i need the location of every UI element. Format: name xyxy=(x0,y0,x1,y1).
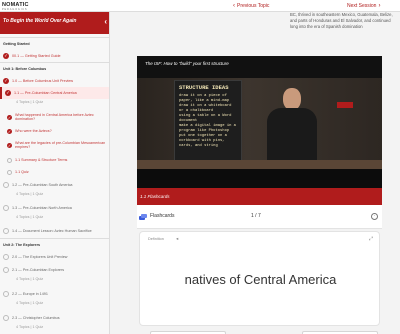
lesson-body-text: BC, thrived in southeastern Mexico, Guat… xyxy=(290,12,393,29)
section-getting-started[interactable]: Getting Started xyxy=(0,37,109,49)
lesson-meta: 4 Topics | 1 Quiz xyxy=(16,215,44,219)
card-counter: 1 / 7 xyxy=(251,213,261,219)
incomplete-circle-icon xyxy=(7,169,12,175)
check-icon: ✓ xyxy=(7,128,12,134)
incomplete-circle-icon xyxy=(3,291,9,297)
sidebar-item-document-lesson[interactable]: 1.4 — Document Lesson: Aztec Human Sacri… xyxy=(0,225,109,237)
next-session-label: Next Session xyxy=(347,3,377,9)
incomplete-circle-icon xyxy=(3,254,9,260)
sidebar-item-getting-started-guide[interactable]: ✓ 00.1 — Getting Started Guide xyxy=(0,50,109,62)
video-player[interactable]: The ISF: How to "build" your first struc… xyxy=(137,56,382,189)
chalkboard: STRUCTURE IDEAS draw it on a piece of pa… xyxy=(174,80,242,167)
desk xyxy=(137,160,382,169)
check-icon: ✓ xyxy=(3,78,9,84)
topic-item-summary-terms[interactable]: 1.1 Summary & Structure Terms xyxy=(0,154,109,166)
lesson-meta: 4 Topics | 1 Quiz xyxy=(16,100,44,104)
topic-item-legacies[interactable]: ✓ What are the legacies of pre-Columbian … xyxy=(0,138,109,152)
card-term: natives of Central America xyxy=(184,272,337,287)
sidebar-item-unit-2-preview[interactable]: 2.0 — The Explorers Unit Preview xyxy=(0,251,109,263)
chevron-left-icon: ‹ xyxy=(233,3,235,9)
incomplete-circle-icon xyxy=(3,315,9,321)
next-session-button[interactable]: Next Session › xyxy=(347,0,382,12)
check-icon: ✓ xyxy=(7,142,12,148)
card-side-label: Definition xyxy=(148,237,164,241)
section-unit-1[interactable]: Unit 1: Before Columbus xyxy=(0,62,109,74)
lesson-meta: 4 Topics | 1 Quiz xyxy=(16,301,44,305)
board-title: STRUCTURE IDEAS xyxy=(179,84,229,91)
flashcards-section-title: 1.1 Flashcards xyxy=(137,188,382,205)
topic-item-who-were-aztecs[interactable]: ✓ Who were the Aztecs? xyxy=(0,125,109,137)
check-icon: ✓ xyxy=(7,114,12,120)
lesson-meta: 4 Topics | 1 Quiz xyxy=(16,325,44,329)
brand-tagline: PEDAGOGICS xyxy=(2,7,28,11)
incomplete-circle-icon xyxy=(3,267,9,273)
incomplete-circle-icon xyxy=(3,205,9,211)
incomplete-circle-icon xyxy=(3,228,9,234)
presenter-head xyxy=(283,88,301,110)
brand-logo[interactable]: NOMATIC PEDAGOGICS xyxy=(2,0,29,12)
lesson-content: BC, thrived in southeastern Mexico, Guat… xyxy=(110,12,400,334)
chevron-right-icon: › xyxy=(378,3,381,9)
top-bar: NOMATIC PEDAGOGICS ‹ Previous Topic Next… xyxy=(0,0,400,12)
video-frame: STRUCTURE IDEAS draw it on a piece of pa… xyxy=(137,78,382,169)
flashcards-toolbar: Flashcards 1 / 7 · xyxy=(137,205,382,229)
incomplete-circle-icon xyxy=(3,182,9,188)
video-title: The ISF: How to "build" your first struc… xyxy=(145,61,229,66)
video-letterbox xyxy=(137,169,382,189)
wall-sign xyxy=(337,102,353,108)
check-icon: ✓ xyxy=(5,90,11,96)
deck-label: Flashcards xyxy=(150,213,175,219)
lesson-meta: 4 Topics | 1 Quiz xyxy=(16,192,44,196)
sidebar-item-unit-1-preview[interactable]: ✓ 1.0 — Before Columbus Unit Preview xyxy=(0,75,109,87)
board-text: draw it on a piece of paper, like a mind… xyxy=(179,94,236,148)
section-unit-2[interactable]: Unit 2: The Explorers xyxy=(0,238,109,250)
course-title[interactable]: To Begin the World Over Again ‹ xyxy=(0,12,109,34)
flashcard[interactable]: Definition ◂ ⤢ natives of Central Americ… xyxy=(139,231,380,326)
lesson-meta: 4 Topics | 1 Quiz xyxy=(16,277,44,281)
topic-item-before-aztec[interactable]: ✓ What happened in Central America before… xyxy=(0,110,109,124)
presenter xyxy=(262,88,322,169)
previous-topic-label: Previous Topic xyxy=(237,3,270,9)
previous-topic-button[interactable]: ‹ Previous Topic xyxy=(231,0,269,12)
incomplete-circle-icon xyxy=(7,157,12,163)
expand-icon[interactable]: ⤢ xyxy=(369,236,373,242)
speaker-icon[interactable]: ◂ xyxy=(176,236,178,242)
course-sidebar: To Begin the World Over Again ‹ Getting … xyxy=(0,12,110,334)
check-icon: ✓ xyxy=(3,53,9,59)
settings-icon[interactable]: · xyxy=(371,213,378,220)
cards-icon xyxy=(139,214,147,220)
collapse-sidebar-icon[interactable]: ‹ xyxy=(104,17,107,26)
topic-item-quiz[interactable]: 1.1 Quiz xyxy=(0,166,109,178)
